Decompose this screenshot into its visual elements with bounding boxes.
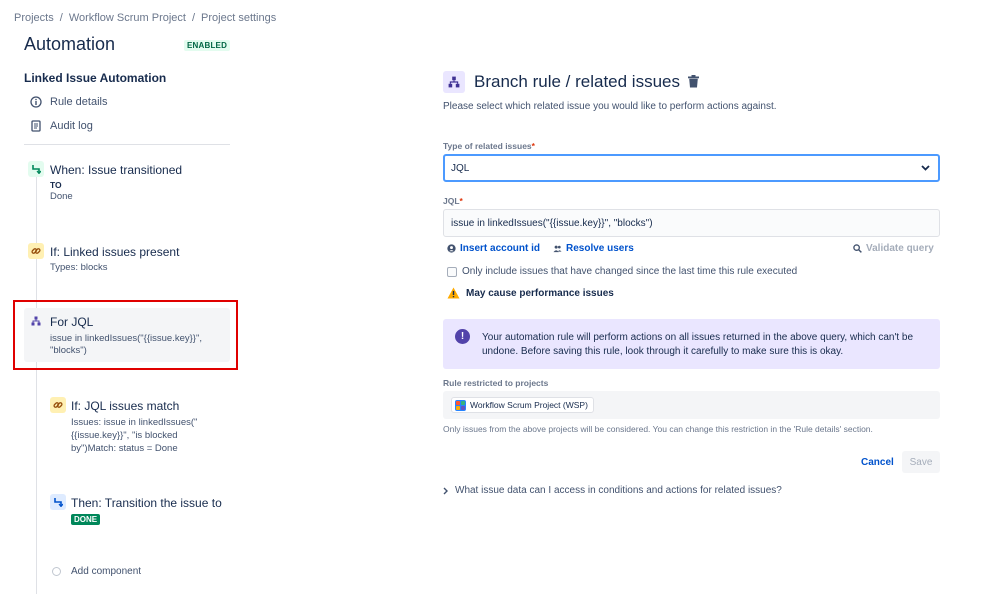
component-if-linked-title[interactable]: If: Linked issues present — [50, 245, 179, 259]
trash-icon[interactable] — [688, 75, 699, 88]
info-panel-text: Your automation rule will perform action… — [482, 332, 914, 357]
restriction-help-text: Only issues from the above projects will… — [443, 424, 873, 434]
issue-data-expander-label: What issue data can I access in conditio… — [455, 485, 782, 496]
branch-rule-header-icon — [443, 71, 465, 93]
restricted-projects-label: Rule restricted to projects — [443, 378, 549, 388]
component-if-jql-line3: by")Match: status = Done — [71, 443, 178, 454]
rule-details-link[interactable]: Rule details — [30, 96, 107, 108]
info-alert-icon: ! — [455, 329, 470, 344]
insert-account-id-label: Insert account id — [460, 243, 541, 254]
condition-icon — [28, 243, 44, 259]
info-icon — [30, 96, 42, 108]
type-label: Type of related issues* — [443, 141, 535, 151]
insert-account-id-button[interactable]: Insert account id — [447, 243, 540, 254]
main-title: Branch rule / related issues — [474, 72, 680, 91]
changed-issues-checkbox[interactable] — [447, 267, 457, 277]
trigger-icon — [28, 161, 44, 177]
link-icon — [53, 402, 63, 408]
breadcrumb-project-settings[interactable]: Project settings — [201, 12, 276, 24]
jql-label: JQL* — [443, 196, 463, 206]
issue-data-expander[interactable]: What issue data can I access in conditio… — [443, 485, 782, 496]
breadcrumb-projects[interactable]: Projects — [14, 12, 54, 24]
project-avatar-icon — [455, 399, 466, 411]
jql-input[interactable]: issue in linkedIssues("{{issue.key}}", "… — [443, 209, 940, 237]
component-if-jql-line1: Issues: issue in linkedIssues(" — [71, 417, 198, 428]
performance-warning-text: May cause performance issues — [466, 287, 614, 299]
component-then-title[interactable]: Then: Transition the issue to — [71, 496, 222, 510]
chevron-right-icon — [443, 487, 448, 494]
changed-issues-label[interactable]: Only include issues that have changed si… — [462, 266, 797, 277]
project-tag-label: Workflow Scrum Project (WSP) — [470, 400, 588, 410]
audit-log-link[interactable]: Audit log — [30, 120, 93, 132]
branch-icon — [448, 76, 460, 88]
component-if-linked-types: Types: blocks — [50, 262, 108, 273]
transition-icon — [54, 498, 63, 507]
add-component-dot — [52, 567, 61, 576]
page-title: Automation — [24, 34, 116, 54]
validate-query-label: Validate query — [866, 243, 934, 254]
search-icon — [853, 244, 862, 253]
timeline-line — [36, 176, 37, 594]
breadcrumb-separator: / — [59, 12, 63, 24]
project-tag: Workflow Scrum Project (WSP) — [451, 397, 594, 413]
audit-log-label: Audit log — [50, 120, 93, 132]
type-select-value: JQL — [451, 162, 470, 174]
rule-details-label: Rule details — [50, 96, 108, 108]
cancel-button[interactable]: Cancel — [856, 452, 899, 472]
resolve-users-button[interactable]: Resolve users — [553, 243, 634, 254]
transition-icon — [32, 165, 41, 174]
resolve-users-label: Resolve users — [566, 243, 634, 254]
add-component-link[interactable]: Add component — [71, 566, 141, 577]
breadcrumb-separator: / — [191, 12, 196, 24]
user-icon — [447, 244, 456, 253]
warning-icon — [447, 287, 460, 299]
validate-query-button[interactable]: Validate query — [853, 243, 934, 254]
type-select[interactable]: JQL — [443, 154, 940, 182]
rule-name: Linked Issue Automation — [24, 71, 167, 85]
link-icon — [31, 248, 41, 254]
status-badge[interactable]: ENABLED — [184, 40, 231, 51]
performance-warning: May cause performance issues — [447, 287, 614, 299]
action-icon — [50, 494, 66, 510]
breadcrumb-workflow-scrum-project[interactable]: Workflow Scrum Project — [69, 12, 186, 24]
document-icon — [31, 120, 41, 132]
component-if-jql-title[interactable]: If: JQL issues match — [71, 399, 179, 413]
breadcrumb: Projects / Workflow Scrum Project / Proj… — [14, 12, 276, 24]
done-lozenge: DONE — [71, 514, 101, 525]
sidebar-divider — [24, 144, 230, 145]
chevron-down-icon — [921, 165, 930, 171]
main-description: Please select which related issue you wo… — [443, 101, 777, 112]
condition-icon — [50, 397, 66, 413]
save-button[interactable]: Save — [902, 451, 940, 473]
component-if-jql-line2: {{issue.key}}", "is blocked — [71, 430, 178, 441]
users-icon — [553, 245, 562, 253]
component-when-to: TO — [50, 180, 62, 190]
component-when-title[interactable]: When: Issue transitioned — [50, 163, 182, 177]
highlight-box — [13, 300, 238, 370]
component-when-status: Done — [50, 191, 73, 202]
